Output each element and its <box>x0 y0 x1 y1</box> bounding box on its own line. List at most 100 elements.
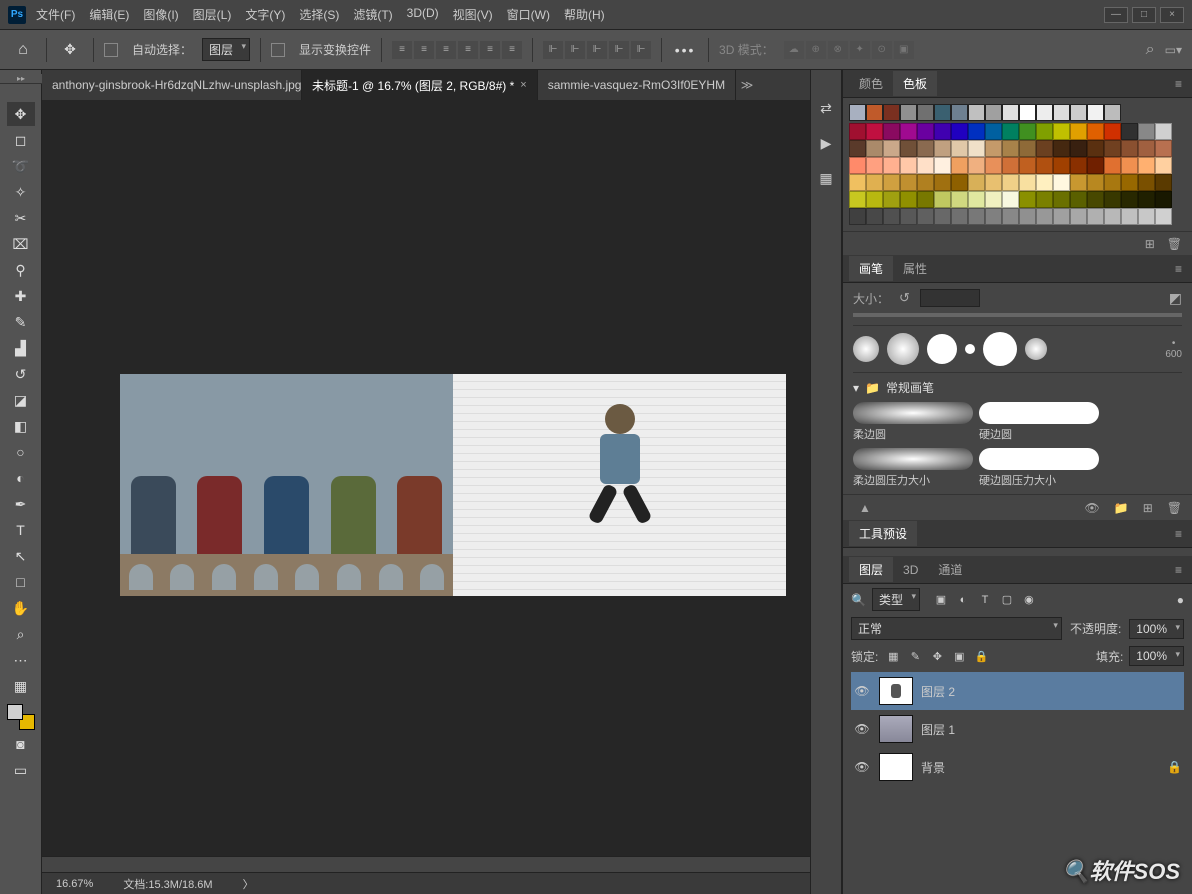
layer-filter-toggle[interactable]: ● <box>1177 593 1184 607</box>
swatch[interactable] <box>1036 123 1053 140</box>
align-icon[interactable]: ⊗ <box>828 41 848 59</box>
swatch[interactable] <box>1155 208 1172 225</box>
align-icon[interactable]: ✦ <box>850 41 870 59</box>
blend-mode-dropdown[interactable]: 正常 <box>851 617 1062 640</box>
menu-item[interactable]: 图层(L) <box>193 6 232 23</box>
brush-preset-4[interactable] <box>965 344 975 354</box>
type-tool[interactable]: T <box>7 518 35 542</box>
swatch[interactable] <box>1036 157 1053 174</box>
swatch[interactable] <box>1036 174 1053 191</box>
align-icon[interactable]: ≡ <box>392 41 412 59</box>
brush-slider-handle[interactable]: ▲ <box>859 501 871 515</box>
swatch[interactable] <box>1002 157 1019 174</box>
horizontal-scrollbar[interactable] <box>42 856 810 872</box>
home-button[interactable]: ⌂ <box>10 37 36 63</box>
swatch[interactable] <box>900 191 917 208</box>
swatch[interactable] <box>951 140 968 157</box>
tab-scroll-button[interactable]: ≫ <box>736 70 758 100</box>
history-brush-tool[interactable]: ↺ <box>7 362 35 386</box>
swatch[interactable] <box>866 157 883 174</box>
menu-item[interactable]: 窗口(W) <box>507 6 550 23</box>
tab-close-icon[interactable]: × <box>520 79 526 91</box>
swatch[interactable] <box>934 140 951 157</box>
swatch[interactable] <box>1104 174 1121 191</box>
lock-icon[interactable]: ✎ <box>906 648 924 664</box>
swatch[interactable] <box>900 123 917 140</box>
swatch[interactable] <box>1036 104 1053 121</box>
swatch[interactable] <box>951 104 968 121</box>
search-icon[interactable]: ⌕ <box>1146 41 1155 59</box>
layer-row[interactable]: 👁背景🔒 <box>851 748 1184 786</box>
menu-item[interactable]: 视图(V) <box>453 6 493 23</box>
swatch[interactable] <box>1138 174 1155 191</box>
swatch[interactable] <box>985 174 1002 191</box>
swatch[interactable] <box>934 208 951 225</box>
swatch[interactable] <box>985 208 1002 225</box>
align-icon[interactable]: ⊩ <box>609 41 629 59</box>
color-panel-menu[interactable]: ≡ <box>1171 77 1186 91</box>
align-icon[interactable]: ≡ <box>414 41 434 59</box>
swatch[interactable] <box>866 140 883 157</box>
marquee-tool[interactable]: ◻ <box>7 128 35 152</box>
swatch[interactable] <box>849 157 866 174</box>
status-more[interactable]: 〉 <box>243 876 254 892</box>
swatch[interactable] <box>1121 140 1138 157</box>
layers-panel-menu[interactable]: ≡ <box>1171 563 1186 577</box>
tool-preset-menu[interactable]: ≡ <box>1171 527 1186 541</box>
brush-preset[interactable]: 硬边圆 <box>979 402 1099 442</box>
layer-visibility-icon[interactable]: 👁 <box>853 684 871 698</box>
layer-filter-icon[interactable]: ▢ <box>998 592 1016 608</box>
dock-icon[interactable]: ⇄ <box>820 100 832 117</box>
swatch[interactable] <box>1019 140 1036 157</box>
swatch[interactable] <box>1019 157 1036 174</box>
brush-preset-2[interactable] <box>887 333 919 365</box>
dock-icon[interactable]: ▶ <box>821 135 832 152</box>
opacity-dropdown[interactable]: 100% <box>1129 619 1184 639</box>
swatch[interactable] <box>1002 191 1019 208</box>
tab-swatches[interactable]: 色板 <box>893 71 937 96</box>
swatch[interactable] <box>1155 157 1172 174</box>
brush-reset-icon[interactable]: ↺ <box>899 290 910 306</box>
swatch[interactable] <box>866 104 883 121</box>
swatch[interactable] <box>883 123 900 140</box>
move-tool[interactable]: ✥ <box>7 102 35 126</box>
lock-icon[interactable]: ▣ <box>950 648 968 664</box>
swatch[interactable] <box>985 191 1002 208</box>
swatch[interactable] <box>883 140 900 157</box>
brush-preset[interactable]: 柔边圆压力大小 <box>853 448 973 488</box>
swatch[interactable] <box>917 123 934 140</box>
align-icon[interactable]: ≡ <box>436 41 456 59</box>
brush-preset-3[interactable] <box>927 334 957 364</box>
fill-dropdown[interactable]: 100% <box>1129 646 1184 666</box>
menu-item[interactable]: 滤镜(T) <box>353 6 392 23</box>
swatch[interactable] <box>1121 123 1138 140</box>
brush-preset[interactable]: 硬边圆压力大小 <box>979 448 1099 488</box>
swatch[interactable] <box>917 174 934 191</box>
swatch[interactable] <box>866 208 883 225</box>
swatch[interactable] <box>951 208 968 225</box>
stamp-tool[interactable]: ▟ <box>7 336 35 360</box>
brush-panel-menu[interactable]: ≡ <box>1171 262 1186 276</box>
align-icon[interactable]: ⊕ <box>806 41 826 59</box>
document-tab[interactable]: 未标题-1 @ 16.7% (图层 2, RGB/8#) *× <box>302 70 538 100</box>
tab-properties[interactable]: 属性 <box>893 256 937 281</box>
more-options-button[interactable]: ••• <box>672 37 698 63</box>
brush-folder[interactable]: ▾ 📁 常规画笔 <box>853 373 1182 402</box>
swatch[interactable] <box>1104 123 1121 140</box>
swatch[interactable] <box>1104 208 1121 225</box>
swatch[interactable] <box>1053 174 1070 191</box>
toolbar-expand[interactable]: ▸▸ <box>0 74 42 84</box>
swatch[interactable] <box>1104 140 1121 157</box>
swatch[interactable] <box>883 157 900 174</box>
tab-layers[interactable]: 图层 <box>849 557 893 582</box>
swatch[interactable] <box>1155 191 1172 208</box>
swatch[interactable] <box>985 104 1002 121</box>
lock-icon[interactable]: 🔒 <box>972 648 990 664</box>
zoom-level[interactable]: 16.67% <box>56 878 93 890</box>
menu-item[interactable]: 选择(S) <box>299 6 339 23</box>
brush-preset-1[interactable] <box>853 336 879 362</box>
swatch[interactable] <box>1036 208 1053 225</box>
brush-preset-5[interactable] <box>983 332 1017 366</box>
tab-brush[interactable]: 画笔 <box>849 256 893 281</box>
swatch[interactable] <box>951 174 968 191</box>
